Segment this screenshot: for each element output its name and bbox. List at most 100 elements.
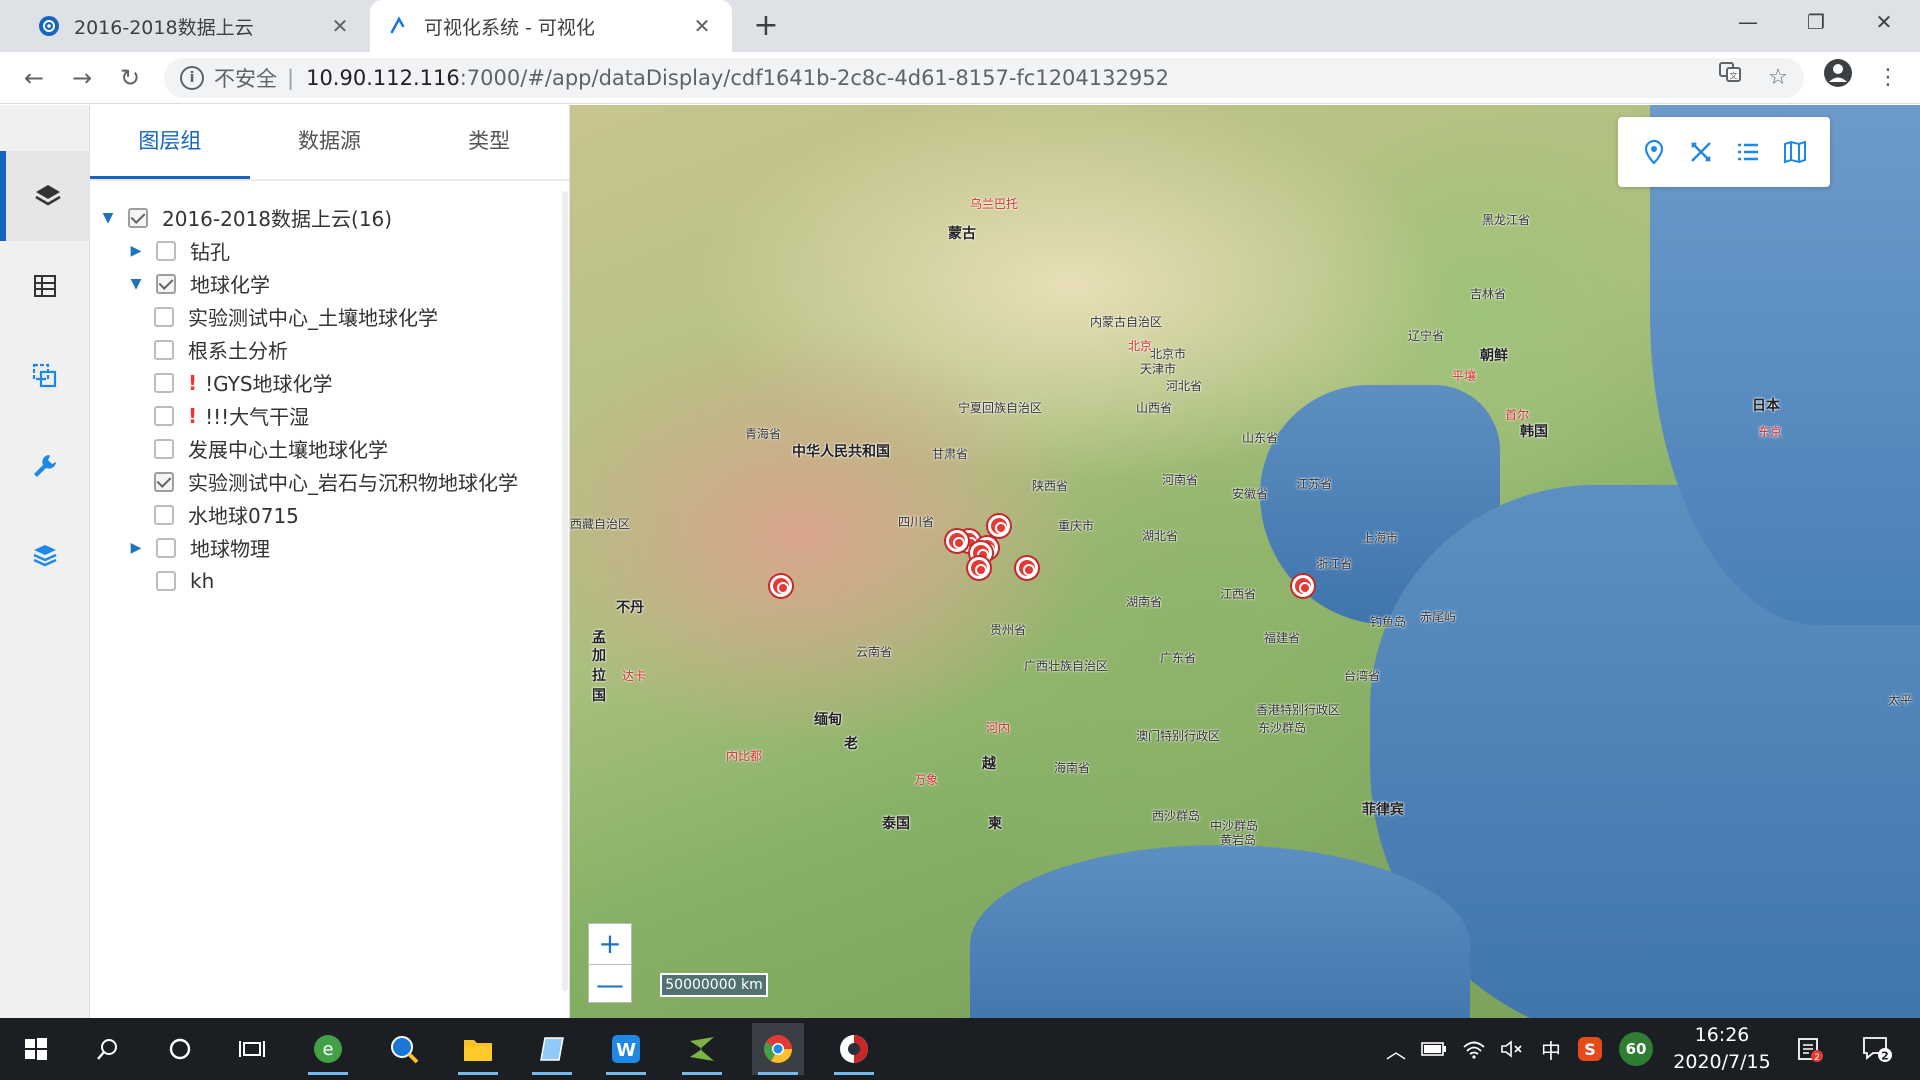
forward-arrow-icon[interactable]: →	[62, 58, 102, 98]
sogou-ime-icon[interactable]: S	[1572, 1018, 1608, 1080]
measure-tools-icon[interactable]	[1683, 134, 1719, 170]
map-marker-icon[interactable]	[968, 557, 990, 579]
wifi-icon[interactable]	[1456, 1018, 1492, 1080]
layer-checkbox[interactable]	[154, 339, 174, 360]
layer-checkbox[interactable]	[154, 438, 174, 459]
nav-tools[interactable]	[0, 421, 90, 511]
layer-checkbox[interactable]	[154, 306, 174, 327]
tray-expand-icon[interactable]: ︿	[1380, 1018, 1412, 1080]
volume-muted-icon[interactable]	[1494, 1018, 1530, 1080]
map-marker-icon[interactable]	[1016, 557, 1038, 579]
browser-menu-icon[interactable]: ⋮	[1868, 58, 1908, 98]
reload-icon[interactable]: ↻	[110, 58, 150, 98]
basemap-book-icon[interactable]	[1777, 134, 1813, 170]
legend-list-icon[interactable]	[1730, 134, 1766, 170]
map-label: 钓鱼岛	[1370, 615, 1407, 629]
caret-down-icon[interactable]: ▼	[100, 210, 116, 226]
chrome-icon[interactable]	[752, 1023, 804, 1075]
tree-node[interactable]: ▶实验测试中心_土壤地球化学	[90, 300, 569, 333]
minimize-button[interactable]: —	[1716, 0, 1780, 44]
svg-text:e: e	[322, 1039, 333, 1060]
chess-app-icon[interactable]	[828, 1023, 880, 1075]
layer-checkbox[interactable]	[156, 273, 176, 294]
caret-down-icon[interactable]: ▼	[128, 276, 144, 292]
map-label: 浙江省	[1316, 557, 1353, 571]
tree-node-label: 根系土分析	[188, 339, 288, 363]
wps-writer-icon[interactable]: W	[600, 1023, 652, 1075]
close-window-button[interactable]: ✕	[1852, 0, 1916, 44]
nav-select[interactable]	[0, 331, 90, 421]
task-view-icon[interactable]	[226, 1023, 278, 1075]
layer-checkbox[interactable]	[128, 207, 148, 228]
profile-avatar-icon[interactable]	[1818, 58, 1858, 98]
restore-button[interactable]: ❐	[1784, 0, 1848, 44]
back-arrow-icon[interactable]: ←	[14, 58, 54, 98]
tree-node[interactable]: ▶根系土分析	[90, 333, 569, 366]
browser-tab-2[interactable]: 可视化系统 - 可视化 ✕	[370, 0, 732, 52]
caret-right-icon[interactable]: ▶	[128, 243, 144, 259]
tree-node[interactable]: ▶实验测试中心_岩石与沉积物地球化学	[90, 465, 569, 498]
layer-checkbox[interactable]	[154, 405, 174, 426]
new-tab-button[interactable]: +	[748, 8, 784, 44]
search-icon[interactable]	[82, 1023, 134, 1075]
nav-layers[interactable]	[0, 151, 90, 241]
info-icon[interactable]: i	[180, 66, 204, 90]
search-app-icon[interactable]	[378, 1023, 430, 1075]
app-container: 图层组 数据源 类型 ▼2016-2018数据上云(16)▶钻孔▼地球化学▶实验…	[0, 105, 1920, 1018]
green-app-icon[interactable]	[676, 1023, 728, 1075]
layer-checkbox[interactable]	[156, 240, 176, 261]
action-center-icon[interactable]: 2	[1852, 1018, 1902, 1080]
layer-tree: ▼2016-2018数据上云(16)▶钻孔▼地球化学▶实验测试中心_土壤地球化学…	[90, 181, 569, 597]
address-bar[interactable]: i 不安全 | 10.90.112.116:7000/#/app/dataDis…	[164, 58, 1804, 98]
layer-checkbox[interactable]	[154, 471, 174, 492]
tab-close-icon[interactable]: ✕	[328, 14, 352, 38]
tab-layer-group[interactable]: 图层组	[90, 105, 250, 179]
caret-right-icon[interactable]: ▶	[128, 540, 144, 556]
layer-checkbox[interactable]	[156, 570, 176, 591]
nav-basemap[interactable]	[0, 511, 90, 601]
file-explorer-icon[interactable]	[452, 1023, 504, 1075]
translate-icon[interactable]: 文	[1710, 58, 1750, 98]
tree-node[interactable]: ▼ 2016-2018数据上云(16)	[90, 201, 569, 234]
notebook-app-icon[interactable]	[526, 1023, 578, 1075]
layer-checkbox[interactable]	[154, 372, 174, 393]
battery-icon[interactable]	[1416, 1018, 1452, 1080]
location-pin-icon[interactable]	[1636, 134, 1672, 170]
panel-scrollbar[interactable]	[562, 191, 568, 991]
map-marker-icon[interactable]	[770, 575, 792, 597]
security-badge[interactable]: 60	[1616, 1018, 1656, 1080]
zoom-out-button[interactable]: —	[589, 964, 631, 1004]
map-view[interactable]: 蒙古 乌兰巴托 黑龙江省 吉林省 内蒙古自治区 辽宁省 北京 北京市 天津市 朝鲜 平壤 河北省 首尔韩…	[570, 105, 1920, 1018]
windows-start-icon[interactable]	[10, 1023, 62, 1075]
map-label: 北京	[1128, 339, 1153, 353]
tab-data-source[interactable]: 数据源	[250, 105, 410, 179]
cortana-circle-icon[interactable]	[154, 1023, 206, 1075]
system-clock[interactable]: 16:26 2020/7/15	[1660, 1022, 1784, 1076]
security-label: 不安全	[214, 67, 277, 91]
tree-node[interactable]: ▶!!GYS地球化学	[90, 366, 569, 399]
left-nav-bar	[0, 105, 90, 1018]
notes-icon[interactable]: 2	[1790, 1018, 1830, 1080]
layer-checkbox[interactable]	[156, 537, 176, 558]
browser-tab-1[interactable]: 2016-2018数据上云 ✕	[20, 0, 370, 52]
bookmark-star-icon[interactable]: ☆	[1758, 58, 1798, 98]
map-marker-icon[interactable]	[1292, 575, 1314, 597]
data-grid-icon	[34, 275, 56, 297]
tree-node[interactable]: ▶ 地球物理	[90, 531, 569, 564]
tree-node[interactable]: ▶!!!!大气干湿	[90, 399, 569, 432]
tree-node[interactable]: ▶ 钻孔	[90, 234, 569, 267]
tree-node[interactable]: ▶kh	[90, 564, 569, 597]
ie-browser-icon[interactable]: e	[302, 1023, 354, 1075]
layer-checkbox[interactable]	[154, 504, 174, 525]
ime-indicator[interactable]: 中	[1534, 1018, 1568, 1080]
tree-node[interactable]: ▶水地球0715	[90, 498, 569, 531]
tree-node[interactable]: ▼ 地球化学	[90, 267, 569, 300]
tab-close-icon[interactable]: ✕	[690, 14, 714, 38]
nav-data[interactable]	[0, 241, 90, 331]
tree-node[interactable]: ▶发展中心土壤地球化学	[90, 432, 569, 465]
zoom-in-button[interactable]: +	[589, 924, 631, 964]
map-label: 湖南省	[1126, 595, 1163, 609]
tab-type[interactable]: 类型	[409, 105, 569, 179]
map-marker-icon[interactable]	[946, 530, 968, 552]
map-marker-icon[interactable]	[988, 515, 1010, 537]
